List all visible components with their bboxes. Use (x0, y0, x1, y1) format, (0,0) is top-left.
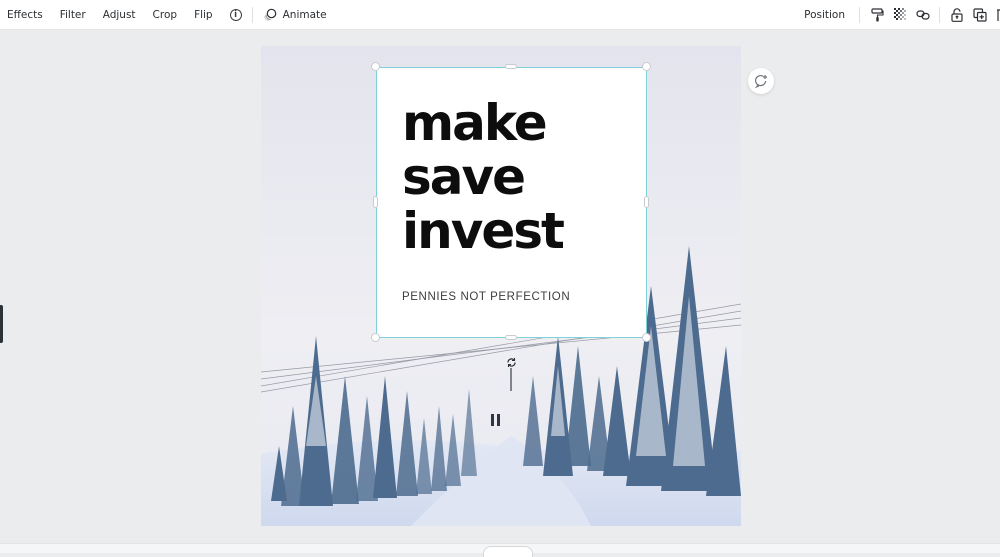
editor-toolbar: Effects Filter Adjust Crop Flip i Animat… (0, 0, 1000, 30)
adjust-button[interactable]: Adjust (103, 9, 136, 21)
headline-line-save: save (402, 148, 526, 206)
crop-button[interactable]: Crop (153, 9, 178, 21)
toolbar-divider (251, 6, 253, 23)
animate-label: Animate (282, 8, 327, 21)
lock-icon[interactable] (950, 7, 964, 22)
info-icon[interactable]: i (229, 8, 242, 21)
animate-icon (263, 8, 276, 21)
position-button[interactable]: Position (804, 9, 845, 21)
resize-handle-bottom[interactable] (505, 335, 517, 340)
resize-handle-right[interactable] (644, 196, 649, 208)
toolbar-right-group: Position (804, 0, 1000, 29)
toolbar-left-group: Effects Filter Adjust Crop Flip i Animat… (0, 0, 327, 29)
toolbar-divider (939, 6, 940, 23)
animate-button[interactable]: Animate (263, 8, 327, 22)
filter-button[interactable]: Filter (60, 9, 86, 21)
resize-handle-left[interactable] (373, 196, 378, 208)
duplicate-icon[interactable] (973, 7, 987, 22)
headline-line-make: make (402, 94, 548, 152)
headline-line-invest: invest (402, 202, 565, 260)
subheading-text[interactable]: PENNIES NOT PERFECTION (402, 291, 570, 303)
flip-button[interactable]: Flip (194, 9, 213, 21)
resize-handle-bottom-left[interactable] (371, 333, 380, 342)
link-icon[interactable] (916, 8, 930, 22)
rotate-icon (506, 357, 516, 367)
comment-add-icon (755, 75, 767, 88)
resize-handle-top-left[interactable] (371, 62, 380, 71)
add-comment-button[interactable] (748, 68, 774, 94)
headline-text[interactable]: make save invest (402, 94, 565, 260)
resize-handle-bottom-right[interactable] (642, 333, 651, 342)
rotate-handle[interactable] (505, 356, 517, 368)
resize-handle-top[interactable] (505, 64, 517, 69)
resize-handle-top-right[interactable] (642, 62, 651, 71)
trash-icon[interactable] (996, 8, 1000, 22)
side-panel-toggle[interactable] (0, 305, 3, 343)
paint-roller-icon[interactable] (870, 7, 884, 22)
toolbar-divider (859, 6, 860, 23)
effects-button[interactable]: Effects (7, 9, 43, 21)
transparency-icon[interactable] (893, 8, 907, 22)
